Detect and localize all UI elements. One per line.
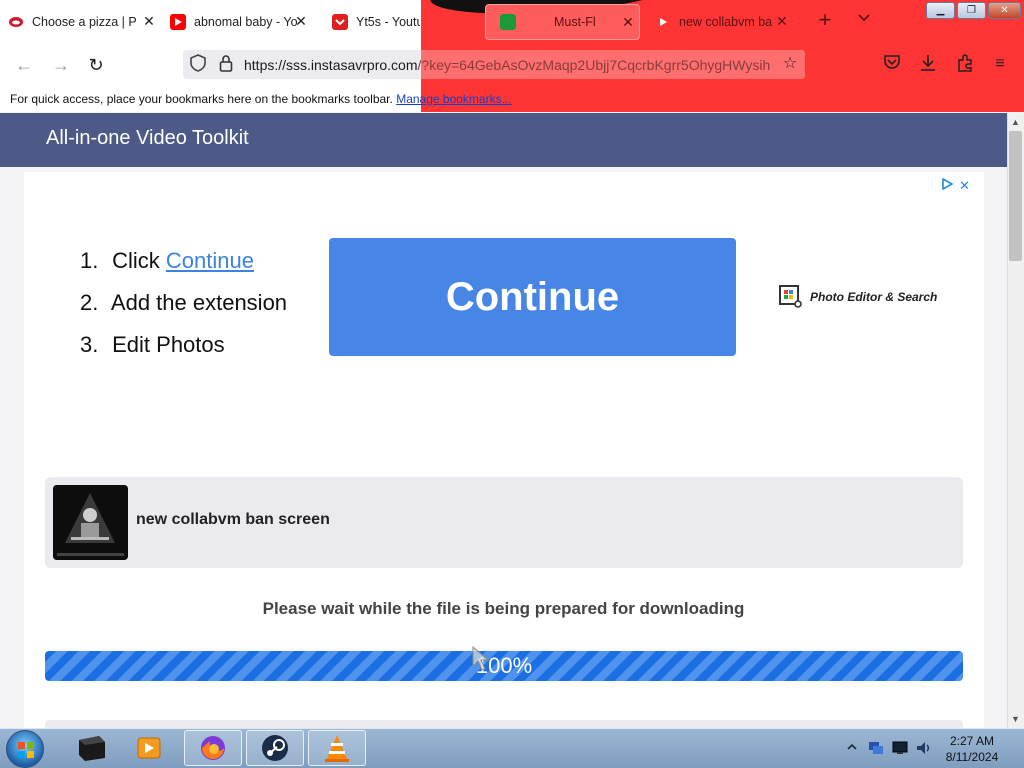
youtube-play-icon bbox=[655, 14, 671, 30]
ad-step: 2. Add the extension bbox=[80, 290, 288, 315]
volume-tray-icon[interactable] bbox=[916, 740, 932, 756]
pizza-hut-icon bbox=[8, 14, 24, 30]
scrollbar-thumb[interactable] bbox=[1009, 131, 1022, 261]
scroll-up-arrow-icon[interactable]: ▲ bbox=[1007, 114, 1024, 130]
ad-continue-button[interactable]: Continue bbox=[329, 238, 736, 356]
download-wait-message: Please wait while the file is being prep… bbox=[262, 599, 745, 618]
vlc-icon[interactable] bbox=[308, 730, 366, 766]
ad-continue-link[interactable]: Continue bbox=[166, 248, 254, 273]
ad-brand[interactable]: Photo Editor & Search bbox=[779, 285, 937, 309]
display-tray-icon[interactable] bbox=[892, 740, 908, 756]
tab-pizza[interactable]: Choose a pizza | Piz ✕ bbox=[8, 4, 160, 40]
maximize-button[interactable]: ❐ bbox=[957, 2, 986, 19]
hamburger-menu-icon[interactable]: ≡ bbox=[990, 54, 1010, 74]
close-window-button[interactable]: ✕ bbox=[988, 2, 1021, 19]
progress-label: 100% bbox=[475, 653, 533, 678]
site-title[interactable]: All-in-one Video Toolkit bbox=[46, 127, 249, 150]
forward-arrow-icon[interactable]: → bbox=[49, 54, 73, 76]
extensions-icon[interactable] bbox=[955, 54, 975, 74]
window-controls: ▁ ❐ ✕ bbox=[926, 2, 1021, 19]
minimize-button[interactable]: ▁ bbox=[926, 2, 955, 19]
media-player-icon[interactable] bbox=[120, 730, 178, 766]
ad-steps-list: 1. Click Continue 2. Add the extension 3… bbox=[80, 240, 287, 366]
url-text[interactable]: https://sss.instasavrpro.com/?key=64GebA… bbox=[244, 57, 774, 73]
mouse-cursor-icon bbox=[472, 645, 494, 677]
tab-close-icon[interactable]: ✕ bbox=[775, 14, 789, 28]
manage-bookmarks-link[interactable]: Manage bookmarks... bbox=[396, 92, 511, 106]
network-tray-icon[interactable] bbox=[868, 740, 884, 756]
taskbar-clock[interactable]: 2:27 AM 8/11/2024 bbox=[940, 733, 1004, 765]
steam-icon[interactable] bbox=[246, 730, 304, 766]
new-tab-button[interactable]: + bbox=[814, 9, 836, 32]
scroll-down-arrow-icon[interactable]: ▼ bbox=[1007, 711, 1024, 727]
ad-step: 1. Click Continue bbox=[80, 248, 254, 273]
show-hidden-icons-chevron[interactable] bbox=[846, 740, 862, 756]
ad-choices[interactable]: ✕ bbox=[941, 177, 970, 194]
video-thumbnail[interactable] bbox=[53, 485, 128, 560]
tab-new-collabvm[interactable]: new collabvm ba ✕ bbox=[655, 4, 793, 40]
pocket-icon[interactable] bbox=[882, 54, 902, 74]
bookmark-star-icon[interactable]: ☆ bbox=[780, 54, 800, 74]
tab-close-icon[interactable]: ✕ bbox=[294, 14, 308, 28]
start-button[interactable] bbox=[6, 730, 44, 768]
ad-step: 3. Edit Photos bbox=[80, 332, 225, 357]
tab-list-chevron-icon[interactable] bbox=[855, 12, 873, 30]
back-arrow-icon[interactable]: ← bbox=[12, 54, 36, 76]
shield-icon[interactable] bbox=[188, 54, 208, 74]
tab-must-fl[interactable]: Must-Fl ✕ bbox=[485, 4, 640, 40]
tab-close-icon[interactable]: ✕ bbox=[621, 15, 635, 29]
adchoices-icon[interactable] bbox=[941, 177, 954, 194]
tab-close-icon[interactable]: ✕ bbox=[142, 14, 156, 28]
photo-editor-icon bbox=[779, 285, 803, 309]
video-title: new collabvm ban screen bbox=[136, 511, 330, 528]
reload-icon[interactable]: ↻ bbox=[84, 54, 108, 76]
bookmarks-toolbar-message: For quick access, place your bookmarks h… bbox=[10, 92, 512, 106]
youtube-icon bbox=[170, 14, 186, 30]
firefox-icon[interactable] bbox=[184, 730, 242, 766]
ad-close-icon[interactable]: ✕ bbox=[959, 178, 970, 194]
tab-yt5s[interactable]: Yt5s - Youtube I bbox=[332, 4, 420, 40]
download-icon[interactable] bbox=[918, 54, 938, 74]
yt5s-icon bbox=[332, 14, 348, 30]
tab-abnomal-baby[interactable]: abnomal baby - Yo ✕ bbox=[170, 4, 312, 40]
page-icon bbox=[500, 14, 516, 30]
lock-icon[interactable] bbox=[216, 54, 236, 74]
black-box-app-icon[interactable] bbox=[62, 730, 120, 766]
